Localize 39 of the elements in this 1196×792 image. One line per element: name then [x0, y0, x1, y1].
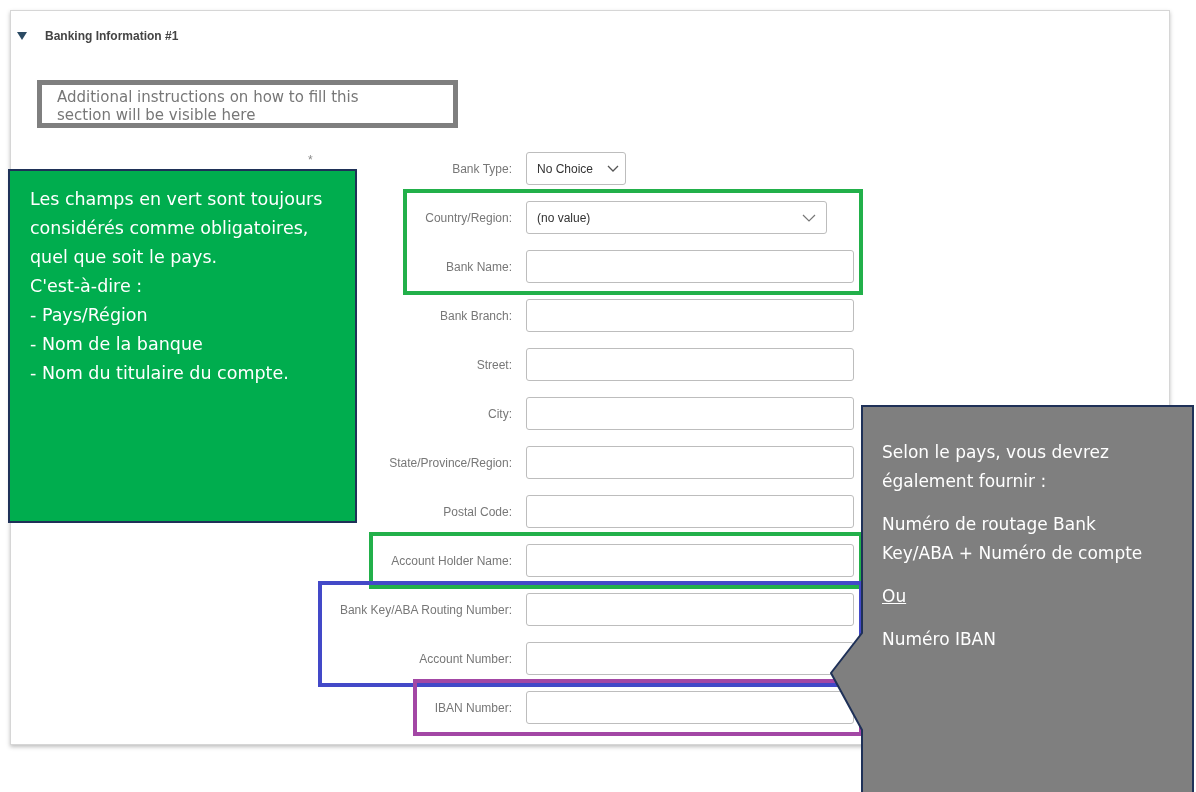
note-text: Les champs en vert sont toujours considérés comme obligatoires, quel que soit le pays. — [30, 188, 324, 269]
field-label: Bank Name: — [445, 259, 512, 274]
field-label: Bank Type: — [452, 161, 512, 176]
input-field[interactable] — [526, 299, 854, 332]
dropdown[interactable]: No Choice — [526, 152, 626, 185]
field-label: Postal Code: — [443, 504, 512, 519]
field-label: Country/Region: — [425, 210, 512, 225]
field-label: Account Holder Name: — [391, 553, 512, 568]
field-label: City: — [488, 406, 512, 421]
field-label: Bank Branch: — [439, 308, 512, 323]
input-field[interactable] — [526, 642, 854, 675]
input-field[interactable] — [526, 691, 854, 724]
field-label: Street: — [476, 357, 512, 372]
input-field[interactable] — [526, 250, 854, 283]
input-field[interactable] — [526, 397, 854, 430]
input-field[interactable] — [526, 446, 854, 479]
instructions-box: Additional instructions on how to fill this section will be visible here — [37, 80, 458, 128]
note-text: Ou — [882, 585, 908, 608]
section-title: Banking Information #1 — [45, 29, 179, 43]
field-label: Account Number: — [419, 651, 512, 666]
field-label: State/Province/Region: — [389, 455, 512, 470]
chevron-down-icon — [802, 213, 816, 222]
note-text: Selon le pays, vous devrez également fournir : — [882, 441, 1110, 493]
dropdown[interactable]: (no value) — [526, 201, 827, 234]
input-field[interactable] — [526, 348, 854, 381]
note-text: - Nom de la banque — [30, 333, 204, 356]
collapse-triangle-icon[interactable] — [17, 32, 27, 40]
input-field[interactable] — [526, 495, 854, 528]
note-text: C'est-à-dire : — [30, 275, 144, 298]
field-label: Bank Key/ABA Routing Number: — [339, 602, 512, 617]
note-text: - Nom du titulaire du compte. — [30, 362, 290, 385]
input-field[interactable] — [526, 544, 854, 577]
note-text: Numéro IBAN — [882, 628, 997, 651]
required-mark: * — [308, 153, 313, 167]
input-field[interactable] — [526, 593, 854, 626]
chevron-down-icon — [607, 164, 619, 173]
note-text: Numéro de routage Bank Key/ABA + Numéro de compte — [882, 513, 1144, 565]
field-label: IBAN Number: — [434, 700, 512, 715]
note-text: - Pays/Région — [30, 304, 149, 327]
